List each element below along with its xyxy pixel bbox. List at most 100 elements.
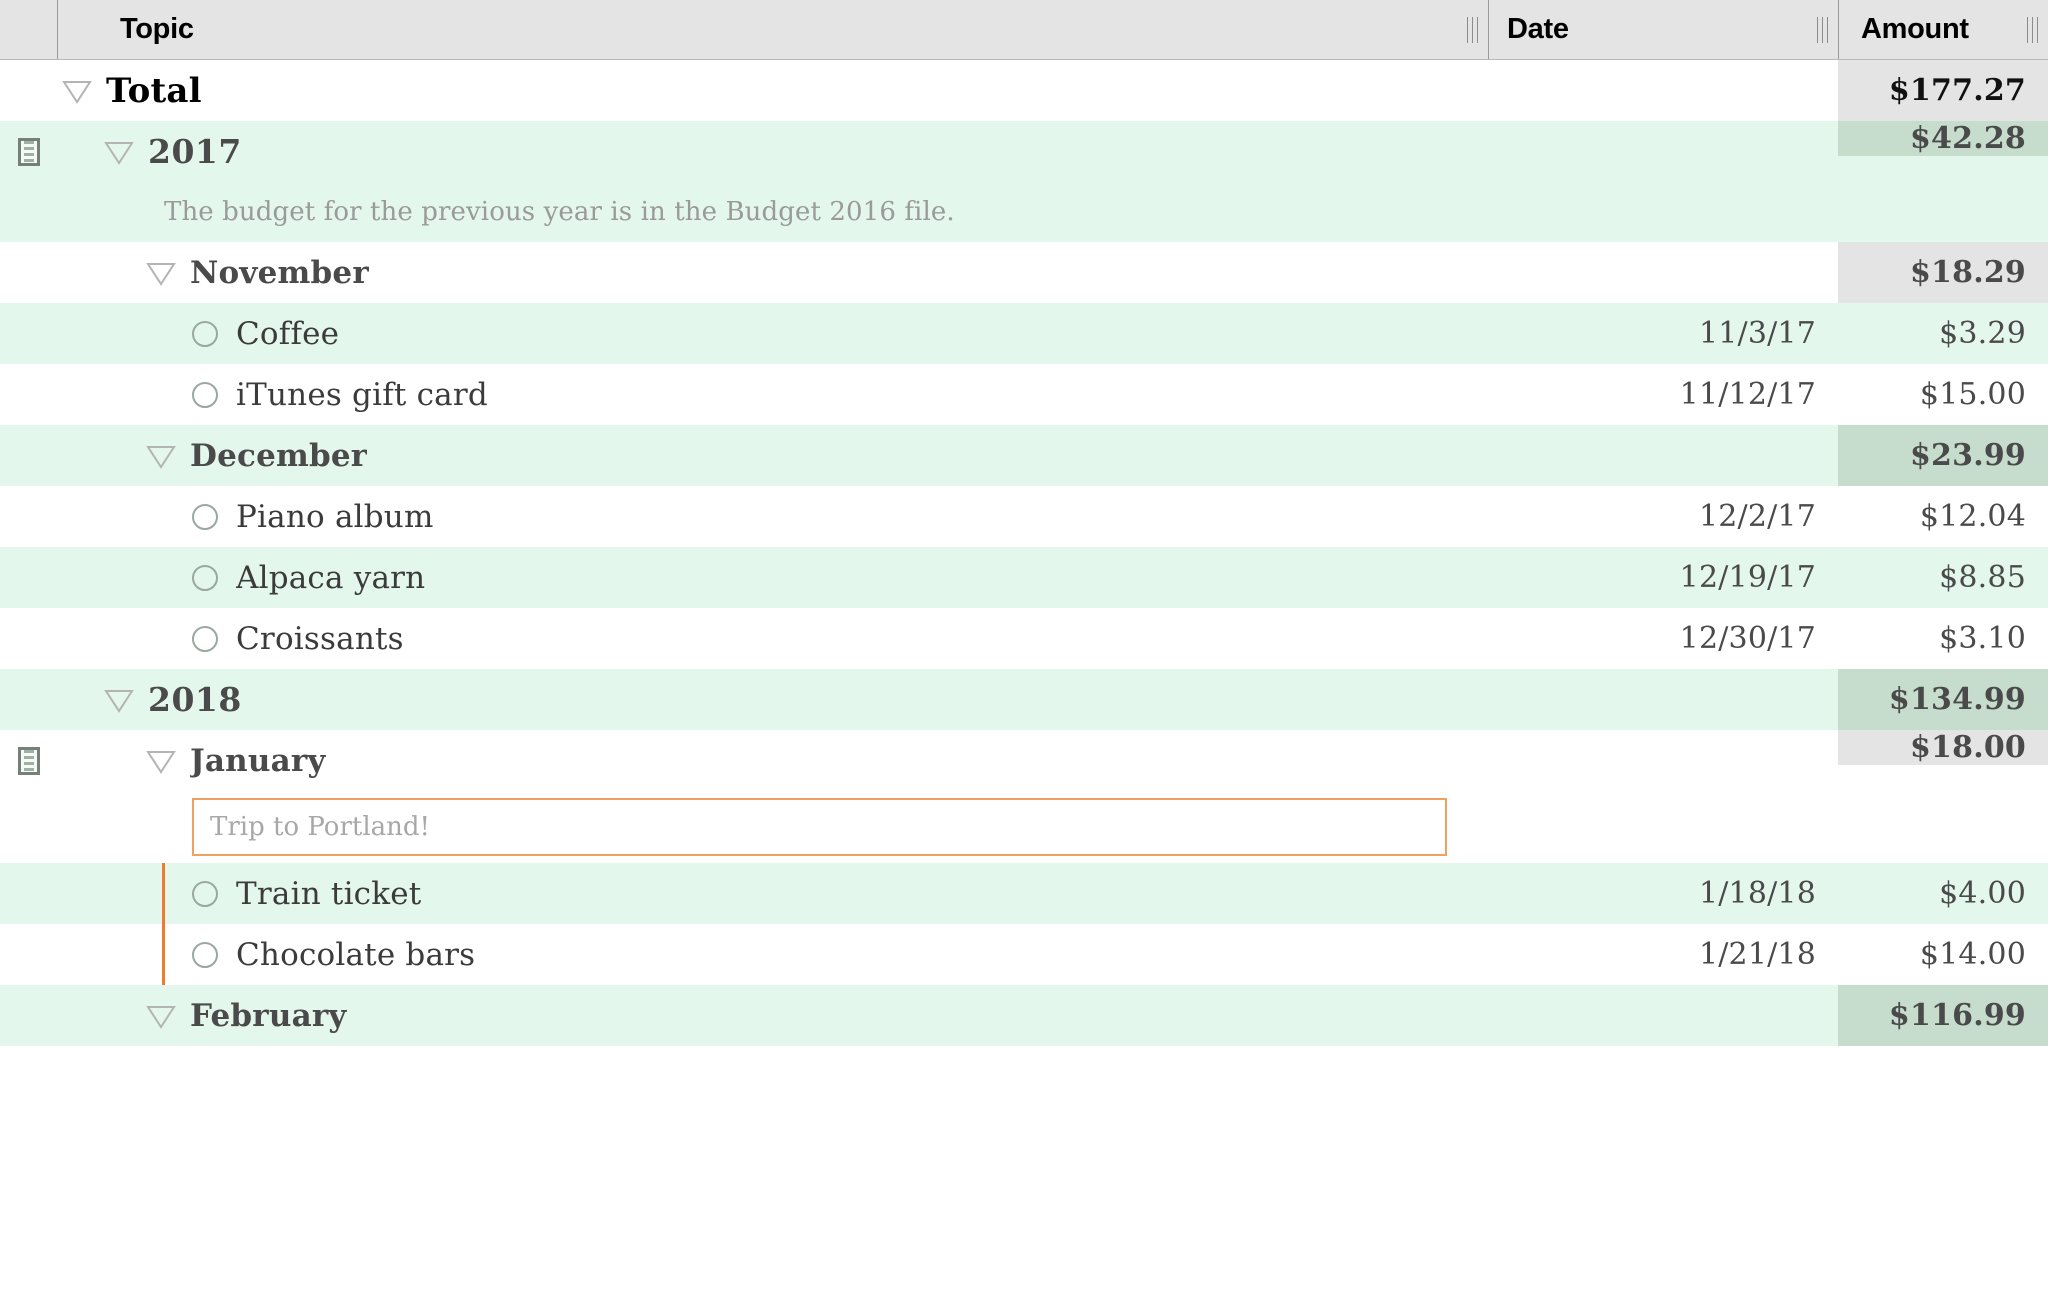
topic-cell[interactable]: Coffee — [58, 303, 1488, 364]
date-cell[interactable]: 11/12/17 — [1488, 364, 1838, 425]
amount-cell[interactable]: $3.29 — [1838, 303, 2048, 364]
table-header: Topic Date Amount — [0, 0, 2048, 60]
circle-bullet-icon[interactable] — [192, 320, 218, 347]
table-row[interactable]: November $18.29 — [0, 242, 2048, 303]
circle-bullet-icon[interactable] — [192, 941, 218, 968]
row-gutter — [0, 863, 58, 924]
date-cell[interactable]: 1/21/18 — [1488, 924, 1838, 985]
note-input[interactable] — [208, 811, 1431, 843]
amount-cell[interactable]: $15.00 — [1838, 364, 2048, 425]
table-row[interactable]: The budget for the previous year is in t… — [0, 182, 2048, 242]
column-header-amount[interactable]: Amount — [1838, 0, 2048, 59]
date-cell[interactable]: 12/2/17 — [1488, 486, 1838, 547]
row-gutter — [0, 669, 58, 730]
amount-cell[interactable] — [1838, 182, 2048, 242]
table-row[interactable]: Train ticket 1/18/18 $4.00 — [0, 863, 2048, 924]
circle-bullet-icon[interactable] — [192, 625, 218, 652]
topic-label: Total — [106, 70, 202, 111]
date-cell[interactable] — [1488, 182, 1838, 242]
circle-bullet-icon[interactable] — [192, 503, 218, 530]
circle-bullet-icon[interactable] — [192, 381, 218, 408]
topic-cell[interactable]: 2017 — [58, 121, 1488, 182]
topic-label: 2017 — [148, 132, 242, 171]
topic-cell[interactable] — [58, 791, 1488, 863]
table-row[interactable]: Coffee 11/3/17 $3.29 — [0, 303, 2048, 364]
topic-label: Train ticket — [236, 875, 422, 912]
amount-cell[interactable]: $116.99 — [1838, 985, 2048, 1046]
date-cell[interactable] — [1488, 985, 1838, 1046]
topic-cell[interactable]: The budget for the previous year is in t… — [58, 182, 1488, 242]
topic-label: Coffee — [236, 315, 340, 352]
table-row[interactable]: Piano album 12/2/17 $12.04 — [0, 486, 2048, 547]
amount-cell[interactable]: $14.00 — [1838, 924, 2048, 985]
note-text[interactable]: The budget for the previous year is in t… — [164, 197, 955, 227]
topic-cell[interactable]: February — [58, 985, 1488, 1046]
row-gutter — [0, 547, 58, 608]
topic-cell[interactable]: Croissants — [58, 608, 1488, 669]
topic-cell[interactable]: Train ticket — [58, 863, 1488, 924]
table-row[interactable] — [0, 791, 2048, 863]
amount-cell[interactable] — [1838, 791, 2048, 863]
note-input-wrapper[interactable] — [192, 798, 1447, 856]
date-cell[interactable]: 11/3/17 — [1488, 303, 1838, 364]
amount-cell[interactable]: $12.04 — [1838, 486, 2048, 547]
note-icon[interactable] — [18, 137, 40, 166]
amount-cell[interactable]: $3.10 — [1838, 608, 2048, 669]
topic-cell[interactable]: Chocolate bars — [58, 924, 1488, 985]
topic-cell[interactable]: Alpaca yarn — [58, 547, 1488, 608]
table-row[interactable]: Croissants 12/30/17 $3.10 — [0, 608, 2048, 669]
table-row[interactable]: Chocolate bars 1/21/18 $14.00 — [0, 924, 2048, 985]
amount-cell[interactable]: $18.29 — [1838, 242, 2048, 303]
column-header-date[interactable]: Date — [1488, 0, 1838, 59]
amount-cell[interactable]: $134.99 — [1838, 669, 2048, 730]
date-cell[interactable]: 12/19/17 — [1488, 547, 1838, 608]
date-cell[interactable] — [1488, 242, 1838, 303]
row-gutter — [0, 425, 58, 486]
triangle-down-icon[interactable] — [146, 260, 176, 286]
topic-label: iTunes gift card — [236, 376, 488, 413]
date-resize-grip-icon[interactable] — [1817, 16, 1828, 43]
amount-cell[interactable]: $23.99 — [1838, 425, 2048, 486]
table-row[interactable]: Alpaca yarn 12/19/17 $8.85 — [0, 547, 2048, 608]
table-row[interactable]: February $116.99 — [0, 985, 2048, 1046]
date-cell[interactable] — [1488, 669, 1838, 730]
topic-cell[interactable]: 2018 — [58, 669, 1488, 730]
topic-cell[interactable]: Piano album — [58, 486, 1488, 547]
topic-label: Chocolate bars — [236, 936, 476, 973]
date-cell[interactable] — [1488, 791, 1838, 863]
table-row[interactable]: December $23.99 — [0, 425, 2048, 486]
triangle-down-icon[interactable] — [146, 748, 176, 774]
amount-cell[interactable]: $4.00 — [1838, 863, 2048, 924]
table-row[interactable]: Total $177.27 — [0, 60, 2048, 121]
amount-cell[interactable]: $177.27 — [1838, 60, 2048, 121]
date-cell[interactable] — [1488, 60, 1838, 121]
topic-cell[interactable]: November — [58, 242, 1488, 303]
date-cell[interactable]: 12/30/17 — [1488, 608, 1838, 669]
amount-cell[interactable]: $8.85 — [1838, 547, 2048, 608]
circle-bullet-icon[interactable] — [192, 564, 218, 591]
amount-resize-grip-icon[interactable] — [2027, 16, 2038, 43]
date-cell[interactable]: 1/18/18 — [1488, 863, 1838, 924]
row-gutter — [0, 985, 58, 1046]
amount-cell[interactable]: $18.00 — [1838, 730, 2048, 765]
table-row[interactable]: 2018 $134.99 — [0, 669, 2048, 730]
topic-cell[interactable]: December — [58, 425, 1488, 486]
column-header-topic[interactable]: Topic — [58, 0, 1488, 59]
circle-bullet-icon[interactable] — [192, 880, 218, 907]
note-icon[interactable] — [18, 746, 40, 775]
triangle-down-icon[interactable] — [62, 78, 92, 104]
triangle-down-icon[interactable] — [104, 139, 134, 165]
topic-cell[interactable]: Total — [58, 60, 1488, 121]
amount-cell[interactable]: $42.28 — [1838, 121, 2048, 156]
topic-label: January — [190, 742, 326, 779]
topic-resize-grip-icon[interactable] — [1467, 16, 1478, 43]
date-cell[interactable] — [1488, 425, 1838, 486]
triangle-down-icon[interactable] — [146, 443, 176, 469]
triangle-down-icon[interactable] — [104, 687, 134, 713]
topic-cell[interactable]: iTunes gift card — [58, 364, 1488, 425]
row-gutter — [0, 608, 58, 669]
triangle-down-icon[interactable] — [146, 1003, 176, 1029]
topic-cell[interactable]: January — [58, 730, 1488, 791]
table-body: Total $177.27 2017 $42.28 The budget for the… — [0, 60, 2048, 1046]
table-row[interactable]: iTunes gift card 11/12/17 $15.00 — [0, 364, 2048, 425]
